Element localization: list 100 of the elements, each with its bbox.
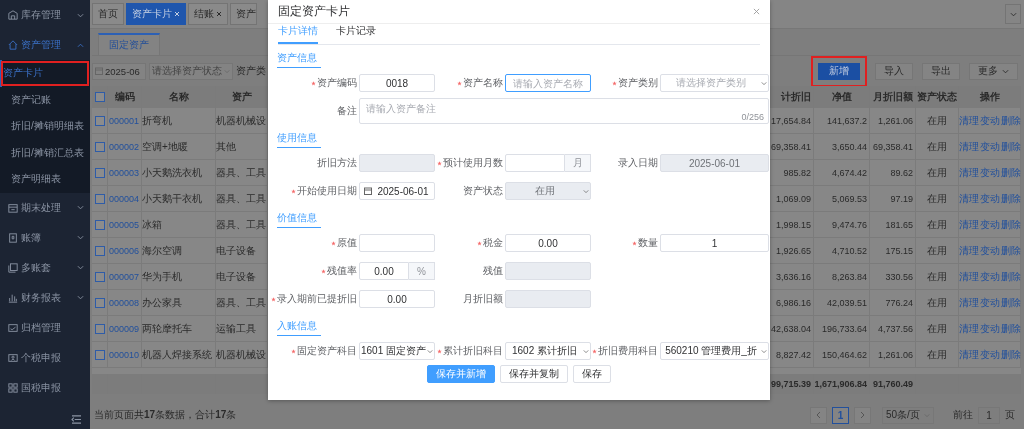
row-action-link[interactable]: 清理 xyxy=(958,269,979,284)
row-action-link[interactable]: 删除 xyxy=(1000,113,1021,128)
row-action-link[interactable]: 清理 xyxy=(958,295,979,310)
row-action-link[interactable]: 删除 xyxy=(1000,217,1021,232)
select-field[interactable]: 1601 固定资产 xyxy=(359,342,435,361)
sidebar-item[interactable]: 个税申报 xyxy=(0,342,90,373)
asset-code-link[interactable]: 000006 xyxy=(109,245,140,256)
row-action-link[interactable]: 变动 xyxy=(979,269,1000,284)
sidebar-item[interactable]: 资产管理 xyxy=(0,30,90,60)
row-action-link[interactable]: 变动 xyxy=(979,295,1000,310)
row-action-link[interactable]: 变动 xyxy=(979,113,1000,128)
submenu-item[interactable]: 资产记账 xyxy=(0,86,90,113)
date-field[interactable]: 2025-06-01 xyxy=(359,182,435,201)
select-field[interactable]: 1602 累计折旧 xyxy=(505,342,591,361)
submenu-item[interactable]: 资产卡片 xyxy=(0,60,90,87)
sidebar-item[interactable]: 期末处理 xyxy=(0,192,90,223)
row-action-link[interactable]: 变动 xyxy=(979,191,1000,206)
row-action-link[interactable]: 删除 xyxy=(1000,321,1021,336)
asset-code-link[interactable]: 000002 xyxy=(109,141,140,152)
row-action-link[interactable]: 变动 xyxy=(979,243,1000,258)
page-tab[interactable]: 资产卡片 xyxy=(126,3,186,25)
row-checkbox[interactable] xyxy=(95,115,105,126)
sidebar-item[interactable]: 国税申报 xyxy=(0,372,90,403)
page-number-button[interactable]: 1 xyxy=(832,406,849,424)
section-tab[interactable]: 固定资产 xyxy=(98,33,160,55)
row-checkbox[interactable] xyxy=(95,297,105,308)
input-field[interactable]: 0.00 xyxy=(359,262,409,281)
page-size-select[interactable]: 50条/页 xyxy=(882,406,934,424)
dialog-button[interactable]: 保存 xyxy=(573,365,611,384)
row-action-link[interactable]: 删除 xyxy=(1000,165,1021,180)
submenu-item[interactable]: 折旧/摊销汇总表 xyxy=(0,139,90,166)
select-field[interactable]: 560210 管理费用_折 xyxy=(660,342,769,361)
toolbar-button[interactable]: 导入 xyxy=(875,62,913,80)
row-checkbox[interactable] xyxy=(95,323,105,334)
page-tab[interactable]: 首页 xyxy=(92,3,124,25)
toolbar-button[interactable]: 导出 xyxy=(922,62,960,80)
input-field[interactable]: 1 xyxy=(660,234,769,253)
row-action-link[interactable]: 清理 xyxy=(958,347,979,362)
row-action-link[interactable]: 删除 xyxy=(1000,191,1021,206)
row-checkbox[interactable] xyxy=(95,219,105,230)
row-checkbox[interactable] xyxy=(95,141,105,152)
asset-code-link[interactable]: 000008 xyxy=(109,297,140,308)
row-action-link[interactable]: 删除 xyxy=(1000,269,1021,284)
dialog-tab[interactable]: 卡片详情 xyxy=(278,24,318,45)
row-action-link[interactable]: 清理 xyxy=(958,113,979,128)
select-field[interactable]: 请选择资产类别 xyxy=(660,74,769,93)
row-action-link[interactable]: 清理 xyxy=(958,243,979,258)
row-action-link[interactable]: 删除 xyxy=(1000,347,1021,362)
input-field[interactable]: 0.00 xyxy=(505,234,591,253)
row-action-link[interactable]: 删除 xyxy=(1000,295,1021,310)
dialog-tab[interactable]: 卡片记录 xyxy=(336,24,376,45)
row-action-link[interactable]: 变动 xyxy=(979,165,1000,180)
row-action-link[interactable]: 删除 xyxy=(1000,243,1021,258)
sidebar-item[interactable]: 财务报表 xyxy=(0,282,90,313)
page-tab[interactable]: 资产 xyxy=(230,3,257,25)
row-action-link[interactable]: 变动 xyxy=(979,217,1000,232)
asset-code-link[interactable]: 000001 xyxy=(109,115,140,126)
asset-code-link[interactable]: 000007 xyxy=(109,271,140,282)
input-field[interactable]: 0.00 xyxy=(359,290,435,309)
sidebar-item[interactable]: 多账套 xyxy=(0,252,90,283)
asset-code-link[interactable]: 000003 xyxy=(109,167,140,178)
submenu-item[interactable]: 资产明细表 xyxy=(0,166,90,193)
goto-page-field[interactable]: 1 xyxy=(978,406,1000,424)
row-checkbox[interactable] xyxy=(95,349,105,360)
row-action-link[interactable]: 变动 xyxy=(979,321,1000,336)
page-tab[interactable]: 结账 xyxy=(188,3,228,25)
toolbar-button[interactable]: 更多 xyxy=(969,62,1018,80)
row-action-link[interactable]: 变动 xyxy=(979,139,1000,154)
row-action-link[interactable]: 清理 xyxy=(958,217,979,232)
row-action-link[interactable]: 清理 xyxy=(958,191,979,206)
row-checkbox[interactable] xyxy=(95,167,105,178)
row-checkbox[interactable] xyxy=(95,245,105,256)
asset-code-link[interactable]: 000009 xyxy=(109,323,140,334)
select-all-checkbox[interactable] xyxy=(95,92,105,102)
dialog-button[interactable]: 保存并复制 xyxy=(500,365,568,384)
asset-code-link[interactable]: 000005 xyxy=(109,219,140,230)
row-action-link[interactable]: 清理 xyxy=(958,165,979,180)
submenu-item[interactable]: 折旧/摊销明细表 xyxy=(0,113,90,140)
row-action-link[interactable]: 清理 xyxy=(958,321,979,336)
close-icon[interactable] xyxy=(753,8,760,16)
asset-code-link[interactable]: 000010 xyxy=(109,349,140,360)
row-action-link[interactable]: 变动 xyxy=(979,347,1000,362)
row-action-link[interactable]: 删除 xyxy=(1000,139,1021,154)
close-icon[interactable] xyxy=(216,11,222,17)
row-action-link[interactable]: 清理 xyxy=(958,139,979,154)
previous-page-button[interactable] xyxy=(810,406,827,424)
month-picker[interactable]: 2025-06 xyxy=(92,62,146,80)
sidebar-item[interactable]: 账簿 xyxy=(0,222,90,253)
asset-code-link[interactable]: 000004 xyxy=(109,193,140,204)
sidebar-item[interactable]: 归档管理 xyxy=(0,312,90,343)
row-checkbox[interactable] xyxy=(95,271,105,282)
sidebar-item[interactable]: 库存管理 xyxy=(0,0,90,30)
next-page-button[interactable] xyxy=(854,406,871,424)
row-checkbox[interactable] xyxy=(95,193,105,204)
dialog-button[interactable]: 保存并新增 xyxy=(427,365,495,384)
input-field[interactable]: 0018 xyxy=(359,74,435,93)
collapse-menu-icon[interactable] xyxy=(71,414,82,424)
tab-dropdown-button[interactable] xyxy=(1005,4,1021,24)
toolbar-button[interactable]: 新增 xyxy=(818,62,860,80)
input-field[interactable]: 请输入资产名称 xyxy=(505,74,591,93)
